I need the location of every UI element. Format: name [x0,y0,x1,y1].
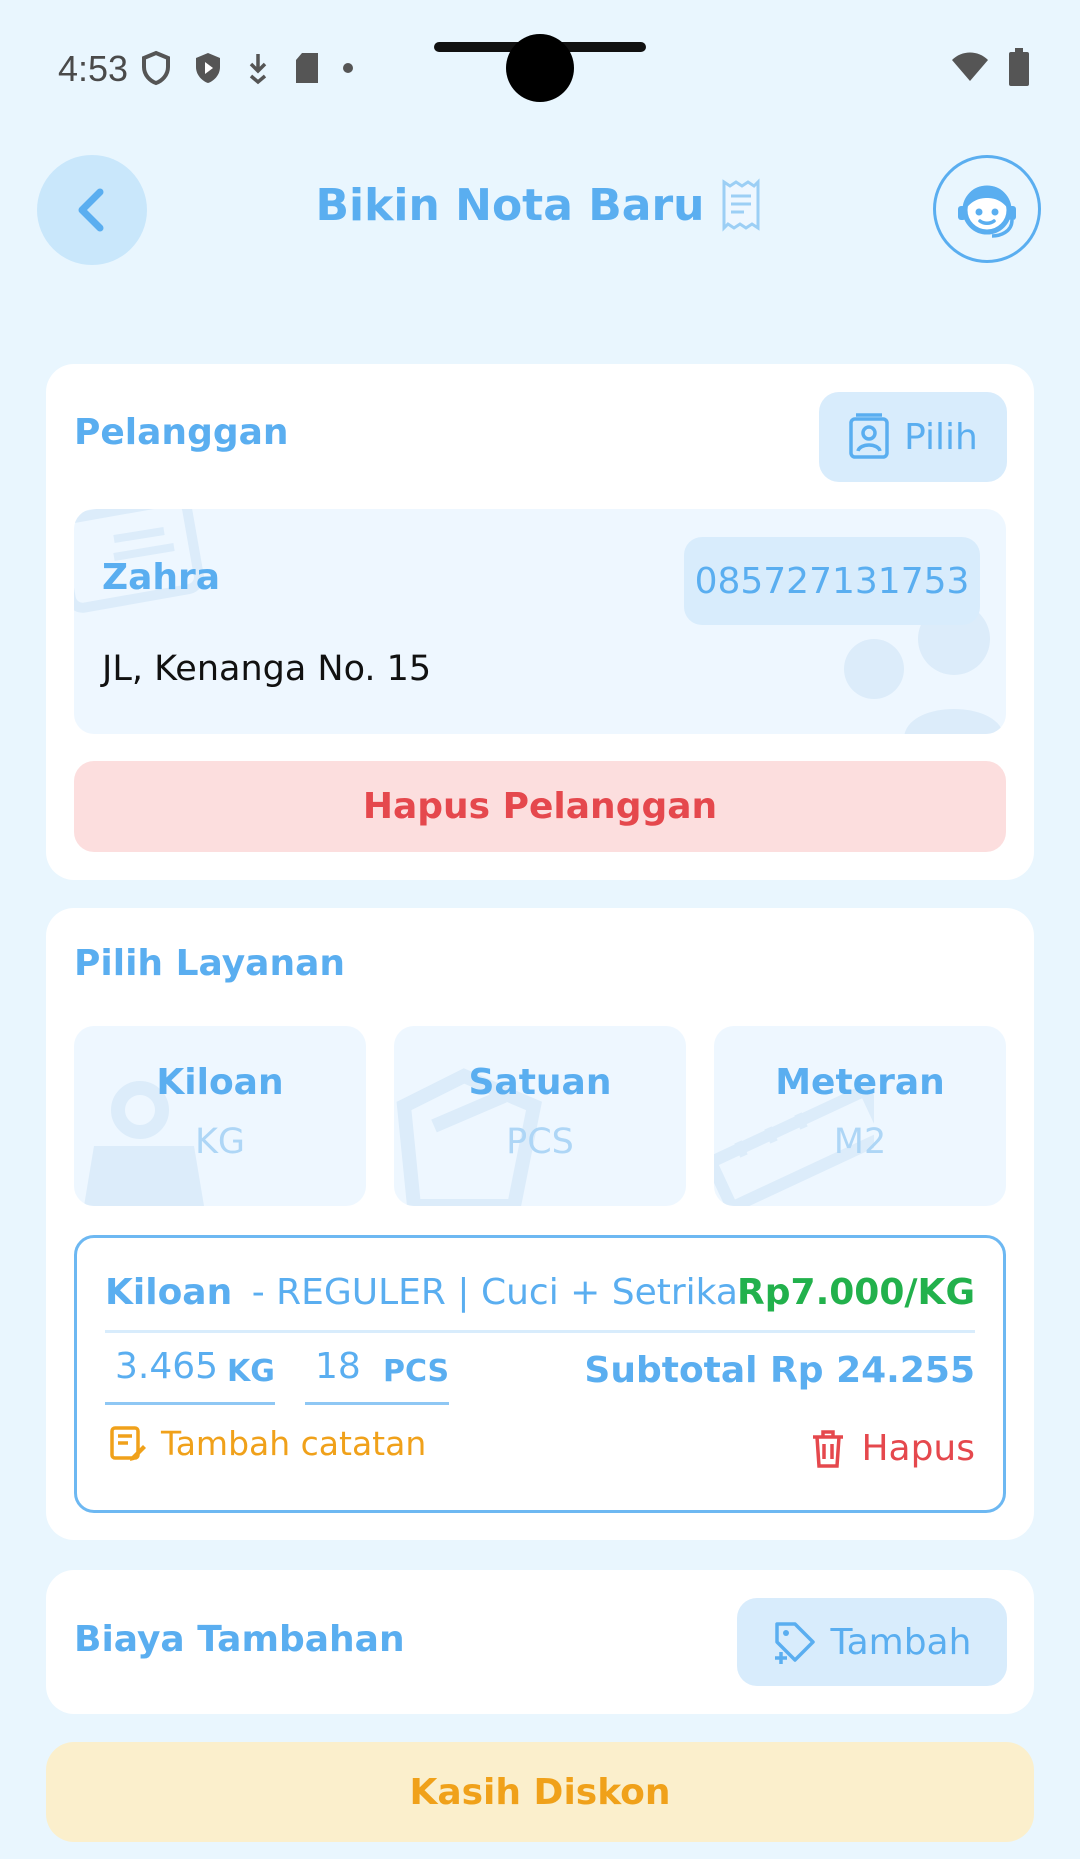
page-title: Bikin Nota Baru [315,179,705,231]
pcs-unit: PCS [383,1354,450,1389]
shield-outline-icon [142,50,170,86]
service-unit: M2 [833,1122,887,1162]
item-subtotal: Subtotal Rp 24.255 [584,1350,975,1391]
item-divider [105,1330,975,1333]
delete-customer-button[interactable]: Hapus Pelanggan [74,761,1006,852]
customer-phone: 085727131753 [684,537,980,625]
discount-button[interactable]: Kasih Diskon [46,1742,1034,1842]
service-option-meteran[interactable]: Meteran M2 [714,1026,1006,1206]
item-title-row: Kiloan - REGULER | Cuci + Setrika [105,1272,738,1313]
battery-icon [1009,48,1029,86]
service-option-satuan[interactable]: Satuan PCS [394,1026,686,1206]
wifi-icon [952,52,988,81]
customer-support-button[interactable] [933,155,1041,263]
customer-phone-text: 085727131753 [694,560,970,602]
delete-item-button[interactable]: Hapus [811,1428,975,1469]
choose-customer-label: Pilih [904,416,978,458]
service-option-kiloan[interactable]: Kiloan KG [74,1026,366,1206]
add-note-label: Tambah catatan [161,1424,427,1463]
customer-section-title: Pelanggan [74,412,289,453]
add-note-button[interactable]: Tambah catatan [109,1424,426,1463]
camera-cutout [506,34,574,102]
choose-customer-button[interactable]: Pilih [819,392,1007,482]
selected-service-item: Kiloan - REGULER | Cuci + Setrika Rp7.00… [74,1235,1006,1513]
add-extra-cost-label: Tambah [830,1621,972,1663]
sd-card-icon [296,53,318,83]
add-extra-cost-button[interactable]: Tambah [737,1598,1007,1686]
discount-label: Kasih Diskon [409,1771,671,1813]
support-agent-icon [958,185,1016,238]
weight-unit: KG [227,1354,275,1389]
play-shield-icon [196,53,220,83]
page-title-row: Bikin Nota Baru [0,178,1080,232]
delete-customer-label: Hapus Pelanggan [362,786,718,827]
service-name: Meteran [775,1062,945,1103]
dot-icon [343,63,353,73]
service-section-title: Pilih Layanan [74,943,346,984]
extra-cost-title: Biaya Tambahan [74,1619,405,1660]
pcs-input[interactable]: 18 PCS [305,1346,449,1405]
tag-plus-icon [774,1622,815,1664]
item-price: Rp7.000/KG [737,1272,975,1313]
download-icon [249,54,267,85]
status-time: 4:53 [58,48,129,89]
item-type: Kiloan [105,1272,233,1313]
service-name: Kiloan [156,1062,284,1103]
trash-icon [813,1429,844,1468]
weight-value: 3.465 [115,1346,219,1387]
contact-card-icon [849,413,889,459]
status-right-icons [950,48,1030,86]
item-description: - REGULER | Cuci + Setrika [251,1272,738,1313]
service-unit: KG [194,1122,246,1162]
service-unit: PCS [506,1122,574,1162]
status-icons [140,50,354,86]
receipt-icon [722,178,760,232]
pcs-value: 18 [315,1346,361,1387]
delete-item-label: Hapus [861,1428,975,1469]
customer-name: Zahra [102,557,221,598]
service-name: Satuan [468,1062,612,1103]
customer-info-box[interactable]: Zahra 085727131753 JL, Kenanga No. 15 [74,509,1006,734]
customer-address: JL, Kenanga No. 15 [102,649,432,689]
note-edit-icon [110,1425,146,1461]
weight-input[interactable]: 3.465 KG [105,1346,275,1405]
